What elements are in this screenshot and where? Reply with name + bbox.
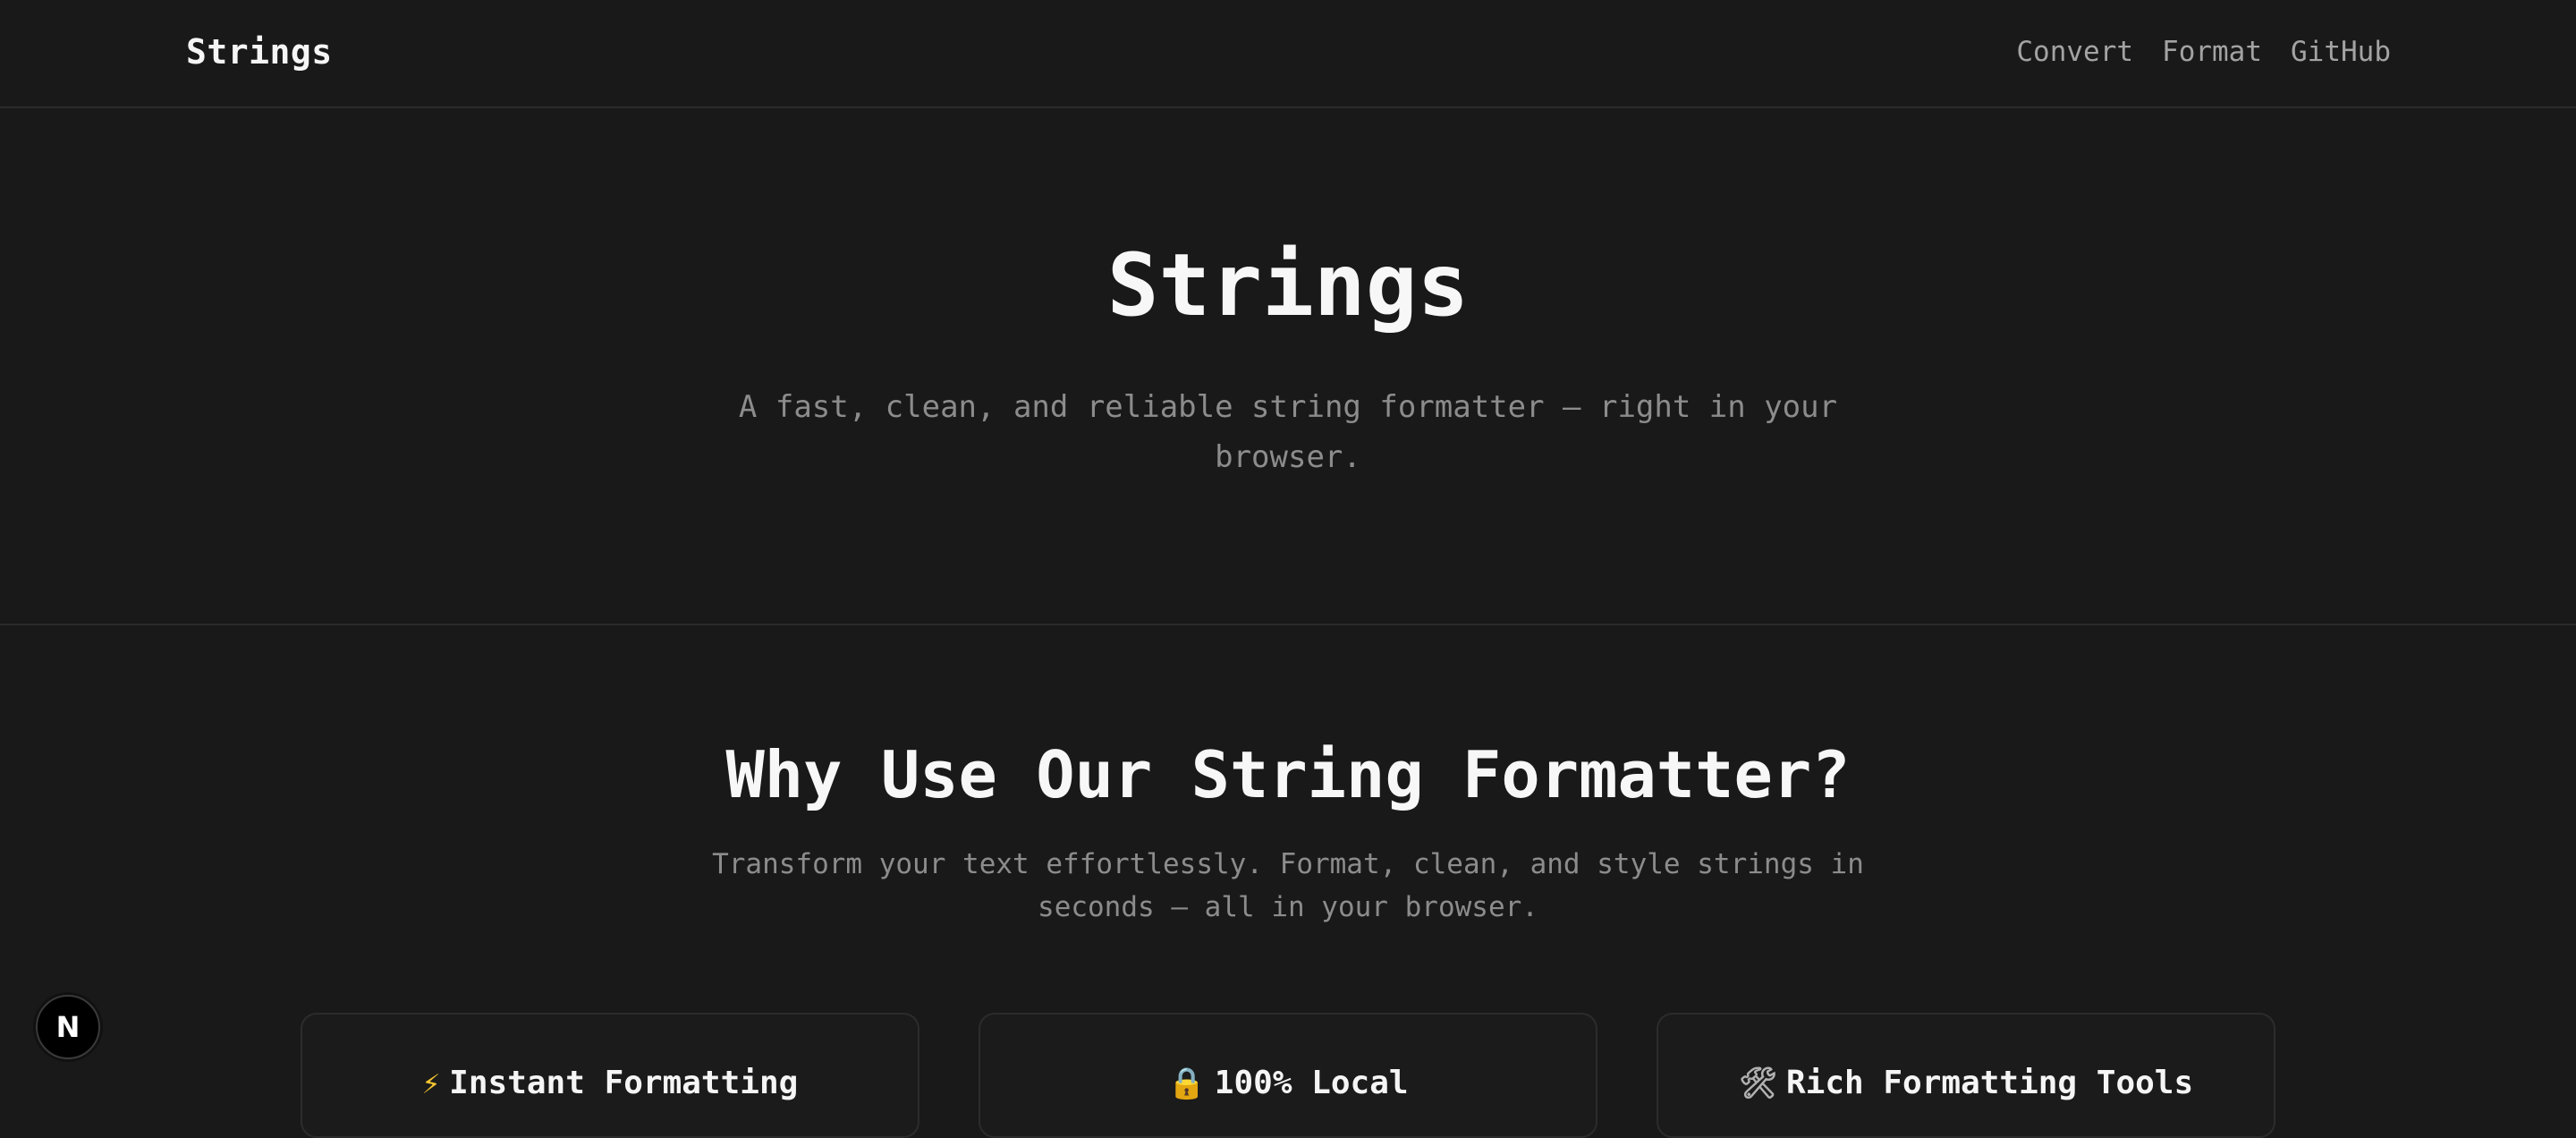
brand-logo-link[interactable]: Strings [186,32,333,72]
feature-card-local: 🔒 100% Local [979,1013,1597,1138]
feature-card-title: ⚡ Instant Formatting [302,1065,918,1101]
hero-section: Strings A fast, clean, and reliable stri… [0,108,2576,625]
nav-links: Convert Format GitHub [2016,36,2391,68]
tools-icon: 🛠 [1738,1066,1777,1101]
feature-card-title: 🛠 Rich Formatting Tools [1658,1065,2274,1101]
feature-card-instant-formatting: ⚡ Instant Formatting [301,1013,919,1138]
hero-subtitle: A fast, clean, and reliable string forma… [738,389,1838,475]
features-subtitle: Transform your text effortlessly. Format… [712,848,1864,923]
lightning-icon: ⚡ [421,1066,441,1101]
feature-card-title: 🔒 100% Local [980,1065,1596,1101]
nav-link-github[interactable]: GitHub [2291,36,2391,68]
feature-card-label: Rich Formatting Tools [1786,1065,2194,1101]
nav-link-format[interactable]: Format [2162,36,2262,68]
features-section: Why Use Our String Formatter? Transform … [0,626,2576,1138]
top-navbar: Strings Convert Format GitHub [0,0,2576,108]
nextjs-dev-tools-button[interactable]: N [36,995,100,1059]
features-title: Why Use Our String Formatter? [725,737,1851,812]
feature-card-rich-tools: 🛠 Rich Formatting Tools [1657,1013,2275,1138]
nextjs-logo-icon: N [55,1010,80,1044]
nav-link-convert[interactable]: Convert [2016,36,2133,68]
feature-card-label: 100% Local [1214,1065,1409,1101]
hero-title: Strings [1106,235,1470,335]
lock-icon: 🔒 [1167,1066,1206,1101]
feature-card-label: Instant Formatting [449,1065,799,1101]
